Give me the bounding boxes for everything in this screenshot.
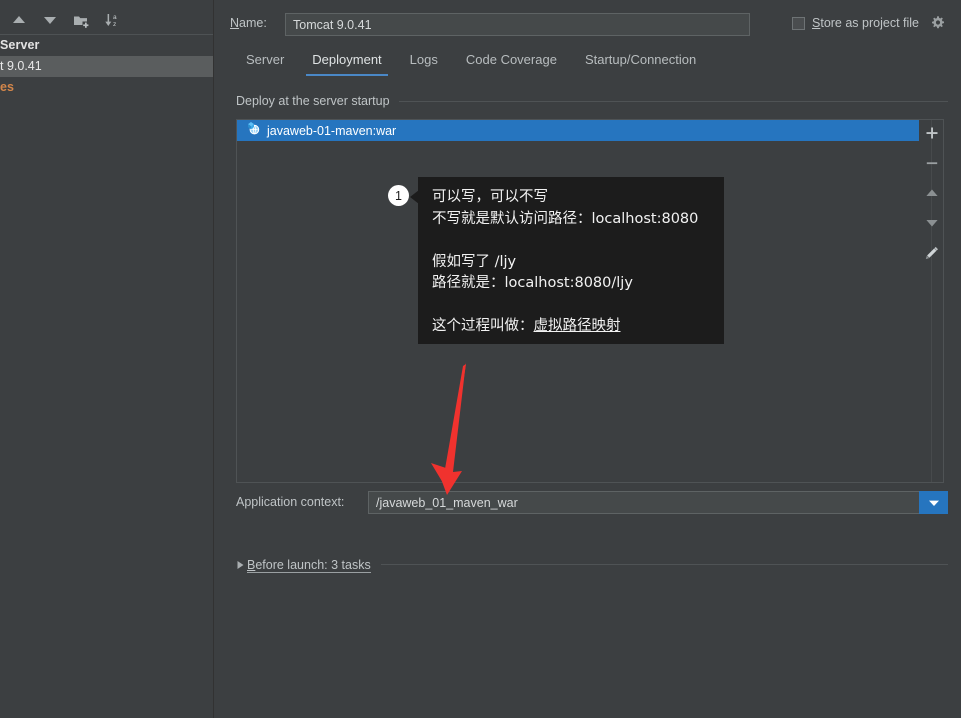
sidebar-toolbar: a z <box>0 8 214 32</box>
move-down-button[interactable] <box>919 212 945 234</box>
tab-startup-connection[interactable]: Startup/Connection <box>571 50 710 76</box>
before-launch-label[interactable]: Before launch: 3 tasks <box>247 557 371 573</box>
section-divider <box>398 100 948 102</box>
svg-text:z: z <box>113 21 116 28</box>
configurations-sidebar: a z Server t 9.0.41 es <box>0 0 214 718</box>
add-button[interactable] <box>919 122 945 144</box>
annotation-tail <box>410 190 419 204</box>
name-label: Name: <box>230 16 267 30</box>
annotation-text: 可以写，可以不写 不写就是默认访问路径：localhost:8080 假如写了 /l… <box>432 189 699 334</box>
store-as-project-file-label: Store as project file <box>812 16 920 30</box>
before-launch-row[interactable]: Before launch: 3 tasks <box>233 556 948 573</box>
deploy-section-title: Deploy at the server startup <box>236 94 390 108</box>
configuration-editor-panel: Name: Store as project file Server Deplo… <box>214 0 961 718</box>
tree-item-server-group[interactable]: Server <box>0 35 213 56</box>
idea-run-configurations-dialog: a z Server t 9.0.41 es Name: Store as pr… <box>0 0 961 718</box>
deploy-actions-toolbar <box>917 119 947 483</box>
svg-text:a: a <box>113 14 117 21</box>
remove-button[interactable] <box>919 152 945 174</box>
triangle-right-icon[interactable] <box>233 558 247 572</box>
configuration-tabs[interactable]: Server Deployment Logs Code Coverage Sta… <box>232 50 710 77</box>
artifact-war-icon <box>246 121 260 140</box>
store-as-project-file-group[interactable]: Store as project file <box>792 15 946 31</box>
application-context-input[interactable] <box>368 491 921 514</box>
deploy-section-header: Deploy at the server startup <box>236 93 948 109</box>
move-up-icon[interactable] <box>8 10 30 30</box>
tree-item-tomcat-9-0-41[interactable]: t 9.0.41 <box>0 56 213 77</box>
edit-button[interactable] <box>919 242 945 264</box>
tab-server[interactable]: Server <box>232 50 298 76</box>
application-context-dropdown-button[interactable] <box>919 491 948 514</box>
tab-deployment[interactable]: Deployment <box>298 50 395 76</box>
annotation-badge: 1 <box>388 185 409 206</box>
name-row: Name: Store as project file <box>214 13 961 37</box>
application-context-label: Application context: <box>236 495 345 509</box>
configurations-tree[interactable]: Server t 9.0.41 es <box>0 34 213 718</box>
new-folder-icon[interactable] <box>70 10 92 30</box>
tree-item-templates[interactable]: es <box>0 77 213 98</box>
annotation-callout: 可以写，可以不写 不写就是默认访问路径：localhost:8080 假如写了 /l… <box>418 177 724 344</box>
artifact-label: javaweb-01-maven:war <box>267 123 397 138</box>
move-up-button[interactable] <box>919 182 945 204</box>
store-as-project-file-checkbox[interactable] <box>792 16 805 30</box>
gear-icon[interactable] <box>930 15 946 31</box>
tab-code-coverage[interactable]: Code Coverage <box>452 50 571 76</box>
section-divider <box>380 564 948 565</box>
application-context-row: Application context: <box>236 491 948 515</box>
tab-logs[interactable]: Logs <box>396 50 452 76</box>
move-down-icon[interactable] <box>39 10 61 30</box>
artifact-list-item[interactable]: javaweb-01-maven:war <box>237 120 919 141</box>
sort-alphabetically-icon[interactable]: a z <box>101 10 123 30</box>
name-input[interactable] <box>285 13 750 36</box>
